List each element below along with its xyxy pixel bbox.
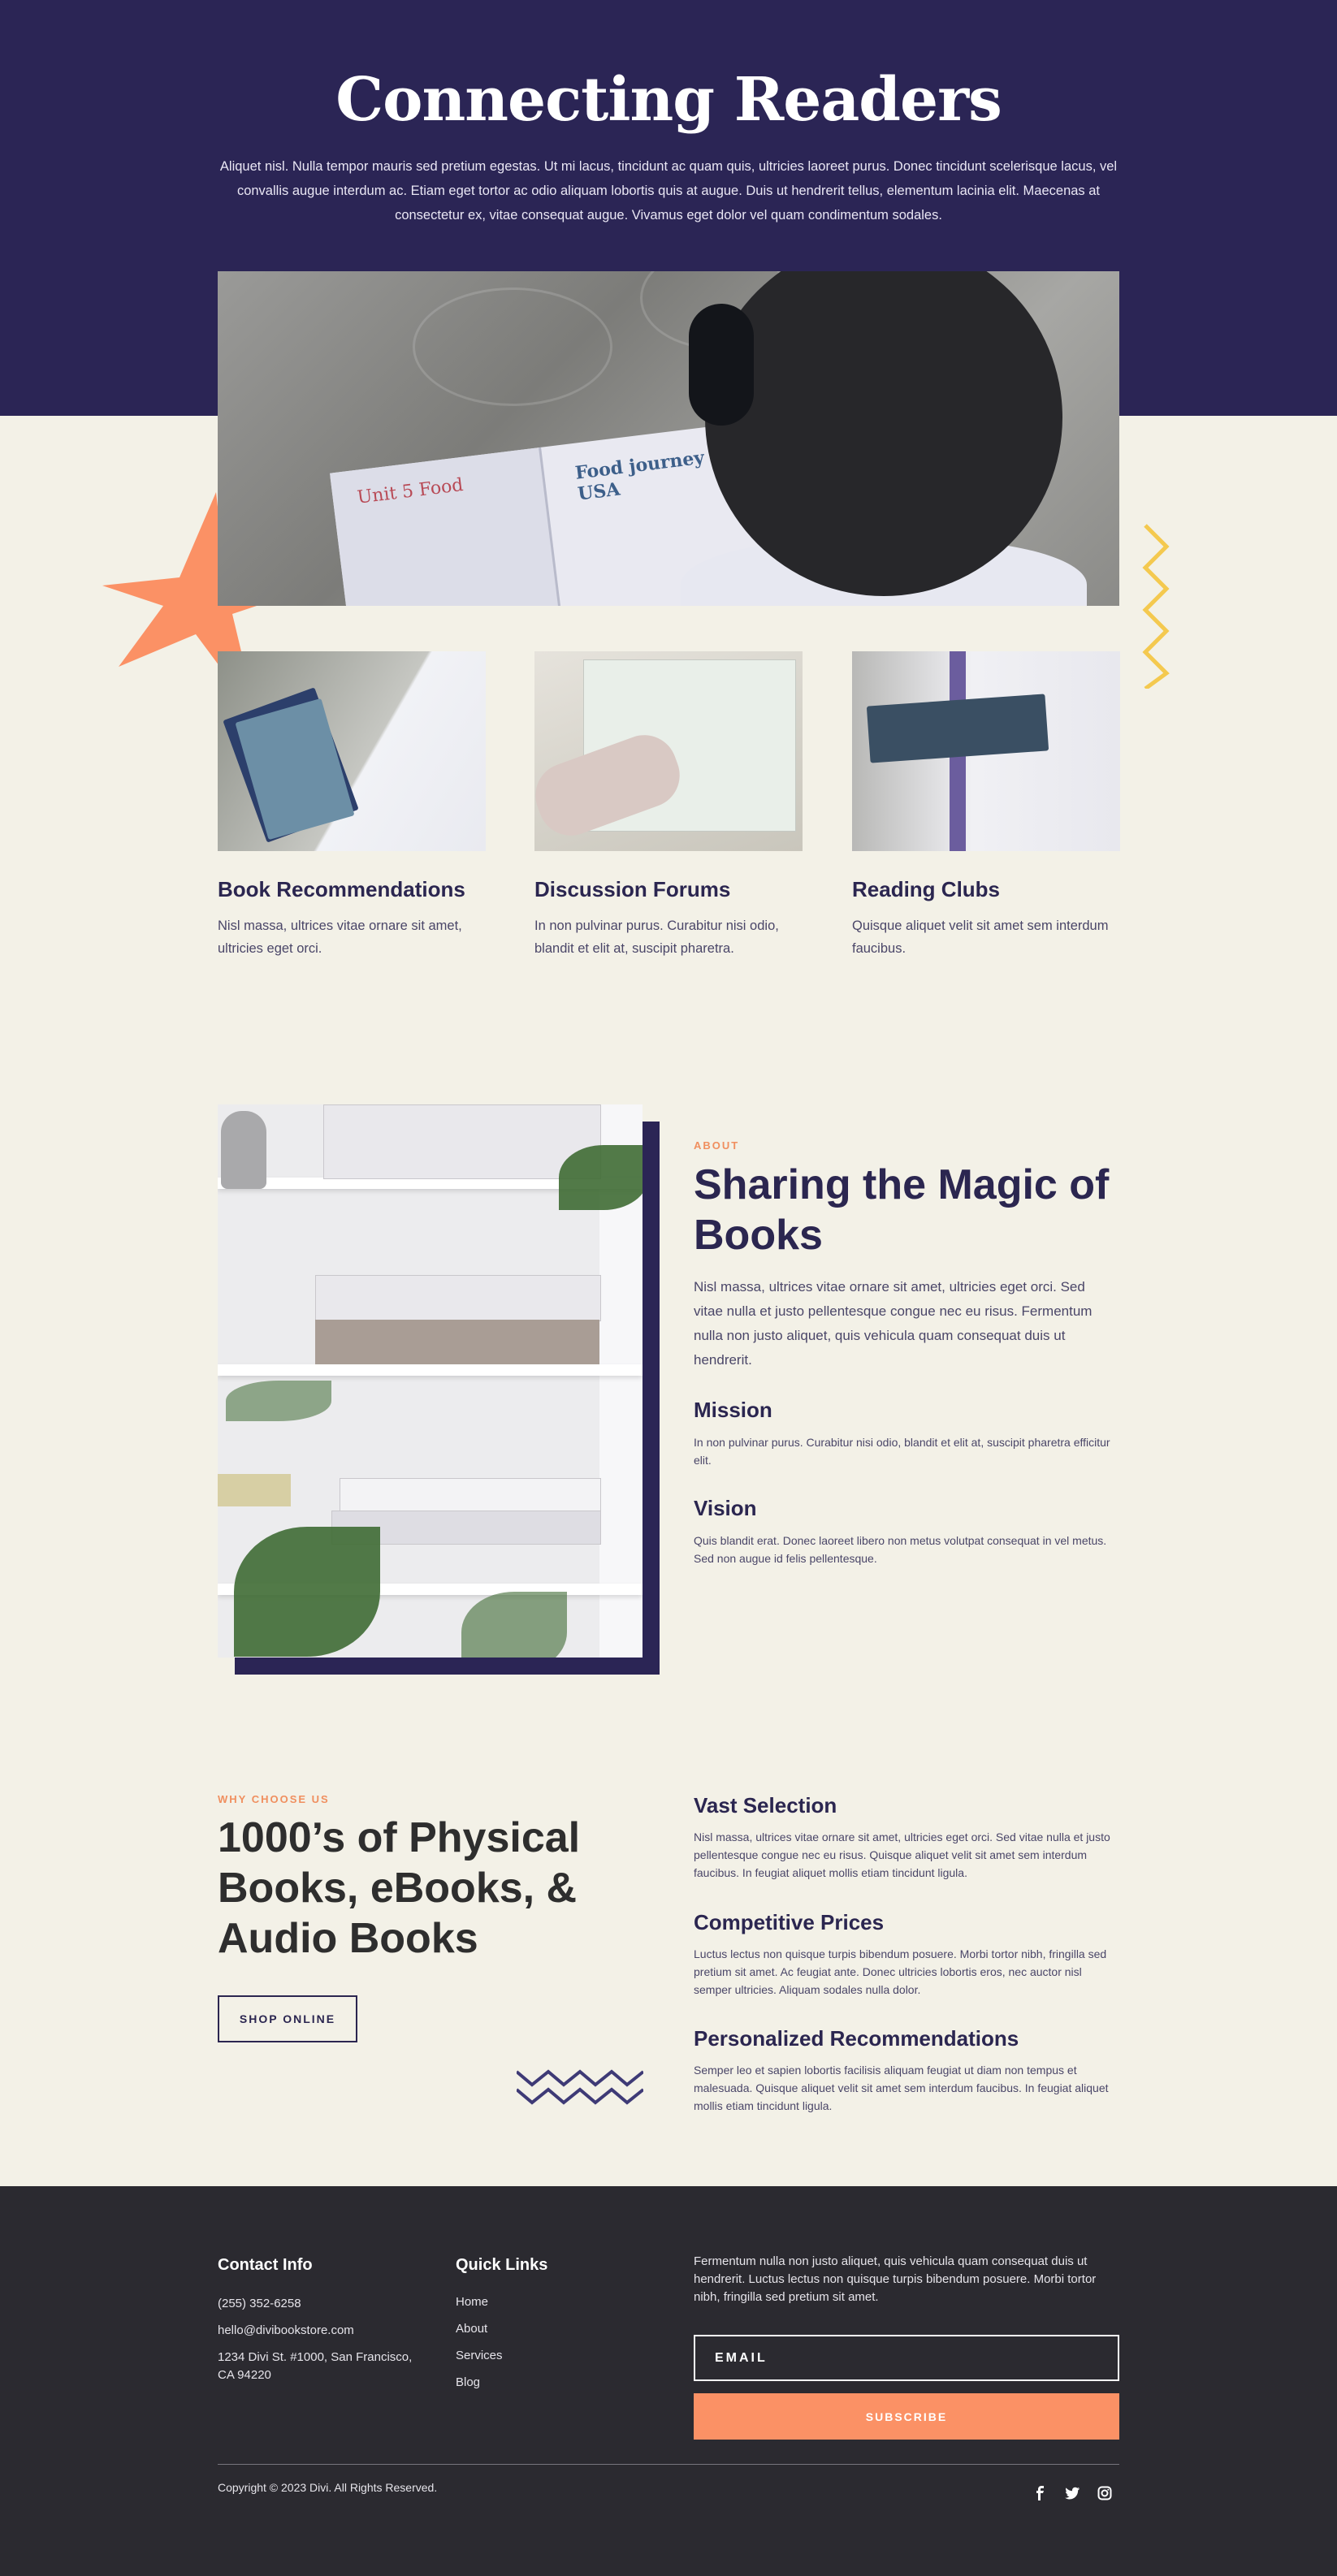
mission-text: In non pulvinar purus. Curabitur nisi od… — [694, 1436, 1110, 1467]
zigzag-vertical-shape — [1142, 524, 1170, 689]
why-eyebrow: WHY CHOOSE US — [218, 1793, 330, 1805]
card-title: Discussion Forums — [534, 877, 731, 901]
newsletter-text: Fermentum nulla non justo aliquet, quis … — [694, 2254, 1097, 2304]
about-title: Sharing the Magic of Books — [694, 1161, 1110, 1259]
footer-link-about[interactable]: About — [456, 2322, 487, 2336]
mission-title: Mission — [694, 1398, 772, 1422]
feature-text: Semper leo et sapien lobortis facilisis … — [694, 2064, 1109, 2112]
twitter-icon[interactable] — [1062, 2483, 1082, 2503]
feature-text: Luctus lectus non quisque turpis bibendu… — [694, 1947, 1107, 1996]
footer — [0, 2186, 1337, 2576]
about-image — [218, 1104, 643, 1658]
about-text: Nisl massa, ultrices vitae ornare sit am… — [694, 1279, 1093, 1368]
vase-image — [221, 1111, 266, 1189]
feature-title: Personalized Recommendations — [694, 2026, 1019, 2051]
footer-divider — [218, 2464, 1119, 2465]
footer-link-home[interactable]: Home — [456, 2295, 488, 2309]
headphones-image — [689, 304, 754, 426]
card-text: In non pulvinar purus. Curabitur nisi od… — [534, 918, 779, 956]
card-image-forums — [534, 651, 803, 851]
about-eyebrow: ABOUT — [694, 1139, 740, 1152]
hero-title: Connecting Readers — [335, 65, 1002, 135]
hero-description: Aliquet nisl. Nulla tempor mauris sed pr… — [219, 159, 1118, 223]
card-text: Nisl massa, ultrices vitae ornare sit am… — [218, 918, 462, 956]
contact-phone: (255) 352-6258 — [218, 2297, 301, 2310]
vision-title: Vision — [694, 1496, 757, 1520]
why-title: 1000’s of Physical Books, eBooks, & Audi… — [218, 1814, 581, 1962]
card-text: Quisque aliquet velit sit amet sem inter… — [852, 918, 1109, 956]
vision-text: Quis blandit erat. Donec laoreet libero … — [694, 1534, 1107, 1565]
contact-title: Contact Info — [218, 2256, 313, 2274]
email-field[interactable] — [694, 2335, 1119, 2381]
copyright-text: Copyright © 2023 Divi. All Rights Reserv… — [218, 2481, 438, 2494]
footer-link-services[interactable]: Services — [456, 2349, 503, 2362]
card-title: Reading Clubs — [852, 877, 1001, 901]
quick-links-title: Quick Links — [456, 2256, 548, 2274]
zigzag-horizontal-shape — [517, 2069, 643, 2105]
card-image-clubs — [852, 651, 1120, 851]
subscribe-button[interactable]: SUBSCRIBE — [694, 2393, 1119, 2440]
footer-link-blog[interactable]: Blog — [456, 2375, 480, 2389]
feature-title: Competitive Prices — [694, 1910, 885, 1934]
card-title: Book Recommendations — [218, 877, 465, 901]
card-image-recommendations — [218, 651, 486, 851]
instagram-icon[interactable] — [1095, 2483, 1114, 2503]
feature-text: Nisl massa, ultrices vitae ornare sit am… — [694, 1830, 1110, 1879]
contact-email: hello@divibookstore.com — [218, 2323, 354, 2337]
contact-address: 1234 Divi St. #1000, San Francisco, CA 9… — [218, 2350, 413, 2382]
facebook-icon[interactable] — [1030, 2483, 1049, 2503]
hero-image: Unit 5 Food Food journey in the USA — [218, 271, 1119, 606]
feature-title: Vast Selection — [694, 1793, 837, 1817]
shop-online-button[interactable]: SHOP ONLINE — [218, 1995, 357, 2042]
